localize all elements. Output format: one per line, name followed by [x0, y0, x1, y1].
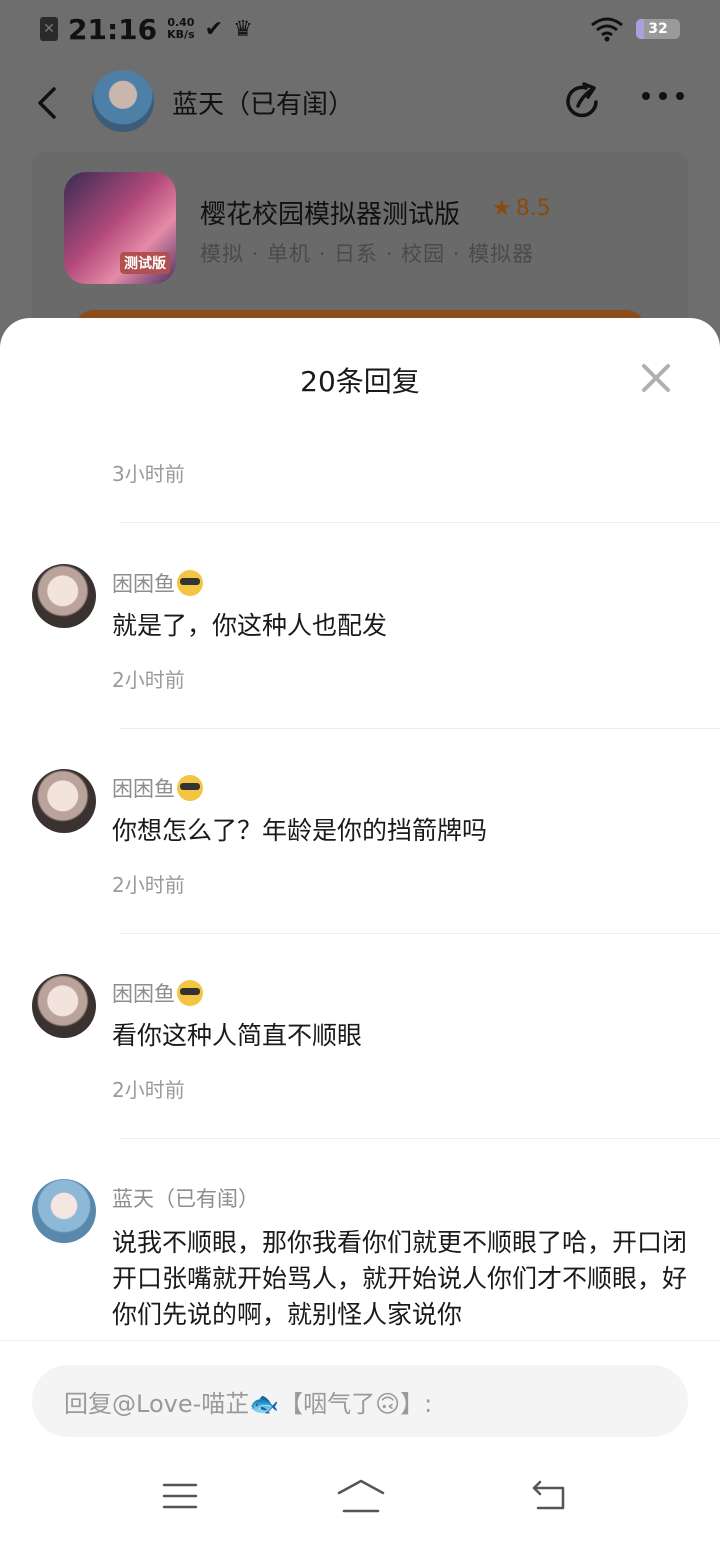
game-icon[interactable]: 测试版: [64, 172, 176, 284]
reply-time: 2小时前: [112, 668, 185, 692]
game-rating: ★ 8.5: [492, 196, 551, 221]
sunglasses-emoji-icon: [177, 980, 203, 1006]
game-rating-value: 8.5: [515, 196, 551, 221]
commenter-name[interactable]: 蓝天（已有闺）: [112, 1183, 259, 1213]
commenter-avatar[interactable]: [32, 974, 96, 1038]
sheet-title: 20条回复: [300, 365, 420, 398]
share-icon[interactable]: [562, 80, 604, 122]
commenter-avatar[interactable]: [32, 1179, 96, 1243]
commenter-name[interactable]: 困困鱼: [112, 978, 203, 1008]
reply-list[interactable]: 3小时前 困困鱼 就是了，你这种人也配发 2小时前 困困鱼 你想怎么了？年龄是你…: [0, 428, 720, 1340]
reply-text[interactable]: 看你这种人简直不顺眼: [112, 1018, 692, 1054]
commenter-name-text: 困困鱼: [112, 777, 175, 801]
commenter-name[interactable]: 困困鱼: [112, 568, 203, 598]
divider: [120, 522, 720, 523]
divider: [120, 933, 720, 934]
more-options-icon[interactable]: [642, 92, 686, 106]
status-time: 21:16: [68, 12, 158, 46]
author-name[interactable]: 蓝天（已有闺）: [172, 84, 354, 121]
sunglasses-emoji-icon: [177, 775, 203, 801]
game-tags: 模拟 · 单机 · 日系 · 校园 · 模拟器: [200, 242, 535, 266]
reply-text[interactable]: 你想怎么了？年龄是你的挡箭牌吗: [112, 813, 692, 849]
menu-icon[interactable]: [162, 1482, 198, 1510]
back-arrow-icon[interactable]: [34, 86, 62, 120]
reply-time: 3小时前: [112, 462, 185, 486]
star-icon: ★: [492, 196, 512, 221]
reply-time: 2小时前: [112, 873, 185, 897]
check-circle-icon: ✔: [204, 16, 224, 42]
reply-text[interactable]: 就是了，你这种人也配发: [112, 608, 692, 644]
commenter-name-text: 困困鱼: [112, 982, 175, 1006]
game-title[interactable]: 樱花校园模拟器测试版: [200, 194, 460, 231]
reply-text[interactable]: 说我不顺眼，那你我看你们就更不顺眼了哈，开口闭开口张嘴就开始骂人，就开始说人你们…: [112, 1225, 692, 1333]
sunglasses-emoji-icon: [177, 570, 203, 596]
replies-sheet: 20条回复 3小时前 困困鱼 就是了，你这种人也配发 2小时前 困困鱼 你想怎么…: [0, 318, 720, 1544]
reply-input[interactable]: 回复@Love-喵芷🐟【咽气了🙃】:: [32, 1365, 688, 1437]
divider: [120, 728, 720, 729]
reply-time: 2小时前: [112, 1078, 185, 1102]
battery-indicator: 32: [636, 19, 680, 39]
game-icon-tag: 测试版: [120, 252, 170, 274]
background-page: ✕ 21:16 0.40 KB/s ✔ ♛ 32 蓝天（已有闺） 测试版 樱花校…: [0, 0, 720, 360]
author-avatar[interactable]: [92, 70, 154, 132]
close-icon[interactable]: [640, 362, 672, 394]
battery-level: 32: [648, 21, 668, 37]
commenter-name[interactable]: 困困鱼: [112, 773, 203, 803]
top-nav-bar: 蓝天（已有闺）: [0, 66, 720, 136]
system-back-icon[interactable]: [530, 1480, 568, 1512]
wifi-icon: [591, 17, 623, 42]
status-bar: ✕ 21:16 0.40 KB/s ✔ ♛ 32: [0, 0, 720, 58]
commenter-avatar[interactable]: [32, 769, 96, 833]
home-icon[interactable]: [336, 1478, 386, 1514]
network-speed: 0.40 KB/s: [167, 17, 194, 41]
status-left: ✕ 21:16 0.40 KB/s ✔ ♛: [40, 13, 253, 46]
crown-icon: ♛: [233, 16, 253, 42]
divider: [120, 1138, 720, 1139]
network-speed-unit: KB/s: [167, 28, 195, 41]
system-nav-bar: [0, 1468, 720, 1528]
commenter-name-text: 蓝天（已有闺）: [112, 1187, 259, 1211]
status-right: 32: [590, 16, 680, 42]
no-sim-icon: ✕: [40, 17, 58, 41]
commenter-name-text: 困困鱼: [112, 572, 175, 596]
commenter-avatar[interactable]: [32, 564, 96, 628]
reply-input-placeholder: 回复@Love-喵芷🐟【咽气了🙃】:: [64, 1389, 433, 1418]
